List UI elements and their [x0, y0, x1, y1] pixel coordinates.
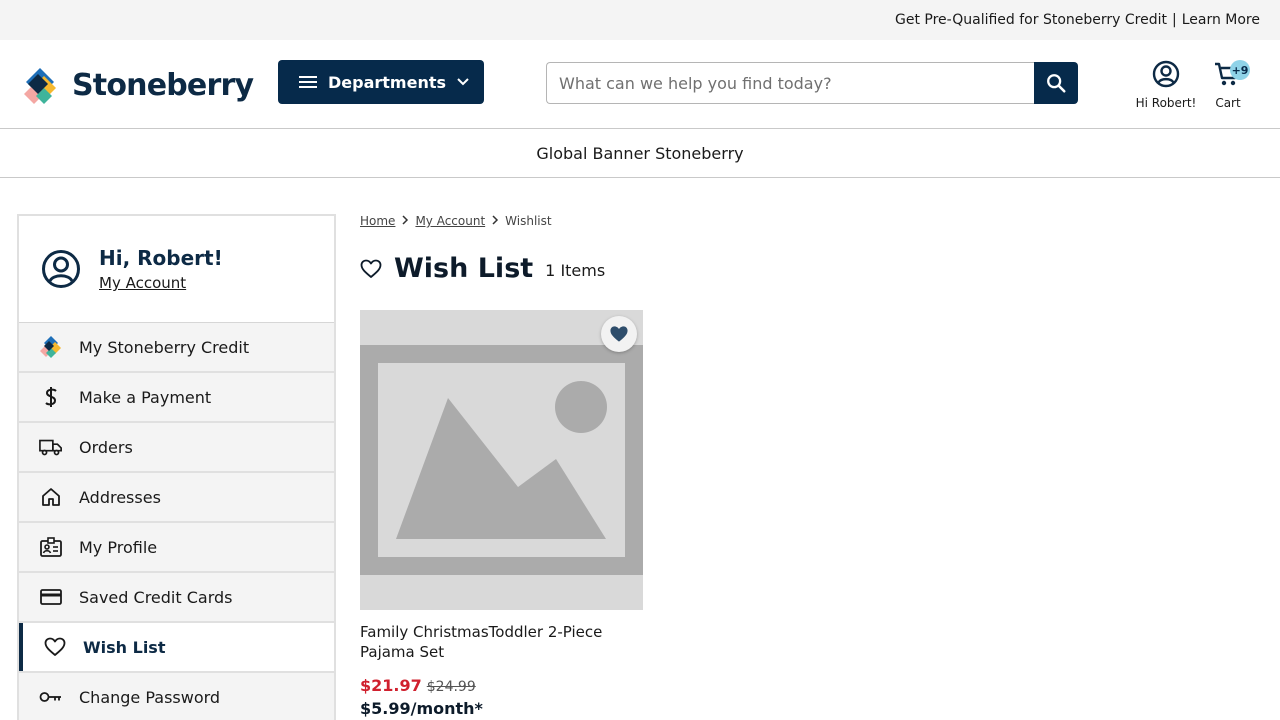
- sidebar-item-label: My Profile: [79, 537, 158, 557]
- truck-icon: [39, 435, 63, 459]
- stoneberry-logo[interactable]: Stoneberry: [24, 64, 254, 106]
- search-icon: [1047, 74, 1066, 93]
- global-banner: Global Banner Stoneberry: [0, 129, 1280, 178]
- sidebar-item-label: Wish List: [83, 637, 166, 657]
- cart-count-badge: +9: [1230, 60, 1250, 80]
- sidebar-item-saved-cards[interactable]: Saved Credit Cards: [19, 573, 334, 623]
- sidebar-item-addresses[interactable]: Addresses: [19, 473, 334, 523]
- heart-outline-icon: [43, 635, 67, 659]
- departments-button[interactable]: Departments: [278, 60, 484, 104]
- account-button[interactable]: Hi Robert!: [1130, 60, 1202, 110]
- user-avatar-icon: [42, 250, 80, 288]
- sidebar-item-make-payment[interactable]: Make a Payment: [19, 373, 334, 423]
- chevron-right-icon: [491, 214, 499, 228]
- site-header: Stoneberry Departments Hi Robert!: [0, 40, 1280, 129]
- account-sidebar: Hi, Robert! My Account My Stoneberry Cre…: [17, 214, 336, 720]
- dollar-icon: [39, 385, 63, 409]
- product-prices: $21.97 $24.99: [360, 676, 643, 695]
- sidebar-item-label: Make a Payment: [79, 387, 212, 407]
- my-account-link[interactable]: My Account: [99, 274, 186, 292]
- search-bar: [546, 62, 1078, 104]
- stoneberry-logo-icon: [39, 335, 63, 359]
- home-icon: [39, 485, 63, 509]
- breadcrumb-current: Wishlist: [505, 214, 552, 228]
- page-title: Wish List: [394, 253, 534, 284]
- sidebar-greeting: Hi, Robert!: [99, 246, 223, 270]
- breadcrumb-home[interactable]: Home: [360, 214, 395, 228]
- departments-label: Departments: [328, 72, 447, 92]
- product-name[interactable]: Family ChristmasToddler 2-Piece Pajama S…: [360, 622, 643, 662]
- sidebar-item-label: Addresses: [79, 487, 161, 507]
- credit-card-icon: [39, 585, 63, 609]
- search-input[interactable]: [546, 62, 1035, 104]
- hamburger-menu-icon: [299, 76, 317, 88]
- learn-more-link[interactable]: Learn More: [1182, 12, 1260, 28]
- sidebar-item-wish-list[interactable]: Wish List: [19, 623, 334, 673]
- monthly-price: $5.99/month*: [360, 699, 483, 718]
- breadcrumb: Home My Account Wishlist: [360, 214, 552, 228]
- sidebar-item-label: Orders: [79, 437, 133, 457]
- sale-price: $21.97: [360, 676, 422, 695]
- search-button[interactable]: [1034, 62, 1078, 104]
- cart-label: Cart: [1215, 96, 1241, 110]
- breadcrumb-my-account[interactable]: My Account: [415, 214, 485, 228]
- remove-from-wishlist-button[interactable]: [601, 316, 637, 352]
- account-circle-icon: [1152, 60, 1180, 88]
- sidebar-item-stoneberry-credit[interactable]: My Stoneberry Credit: [19, 323, 334, 373]
- prequalify-link[interactable]: Get Pre-Qualified for Stoneberry Credit: [895, 12, 1167, 28]
- id-card-icon: [39, 535, 63, 559]
- sidebar-item-label: My Stoneberry Credit: [79, 337, 250, 357]
- promo-separator: |: [1171, 12, 1177, 28]
- product-image[interactable]: [360, 310, 643, 610]
- key-icon: [39, 685, 63, 709]
- item-count: 1 Items: [545, 261, 606, 280]
- product-card: Family ChristmasToddler 2-Piece Pajama S…: [360, 310, 643, 718]
- logo-wordmark: Stoneberry: [72, 67, 254, 103]
- heart-filled-icon: [610, 326, 628, 342]
- promo-bar: Get Pre-Qualified for Stoneberry Credit …: [0, 0, 1280, 40]
- global-banner-text: Global Banner Stoneberry: [536, 143, 744, 163]
- heart-outline-icon: [360, 259, 382, 278]
- stoneberry-logo-mark-icon: [24, 68, 56, 104]
- sidebar-item-change-password[interactable]: Change Password: [19, 673, 334, 720]
- account-label: Hi Robert!: [1135, 96, 1197, 110]
- image-placeholder-icon: [360, 310, 643, 610]
- sidebar-item-orders[interactable]: Orders: [19, 423, 334, 473]
- sidebar-item-label: Saved Credit Cards: [79, 587, 233, 607]
- page-title-row: Wish List 1 Items: [360, 253, 605, 284]
- sidebar-item-label: Change Password: [79, 687, 221, 707]
- cart-button[interactable]: +9 Cart: [1206, 60, 1250, 110]
- sidebar-item-my-profile[interactable]: My Profile: [19, 523, 334, 573]
- original-price: $24.99: [426, 679, 476, 695]
- sidebar-header: Hi, Robert! My Account: [19, 216, 334, 323]
- chevron-down-icon: [457, 78, 469, 86]
- chevron-right-icon: [401, 214, 409, 228]
